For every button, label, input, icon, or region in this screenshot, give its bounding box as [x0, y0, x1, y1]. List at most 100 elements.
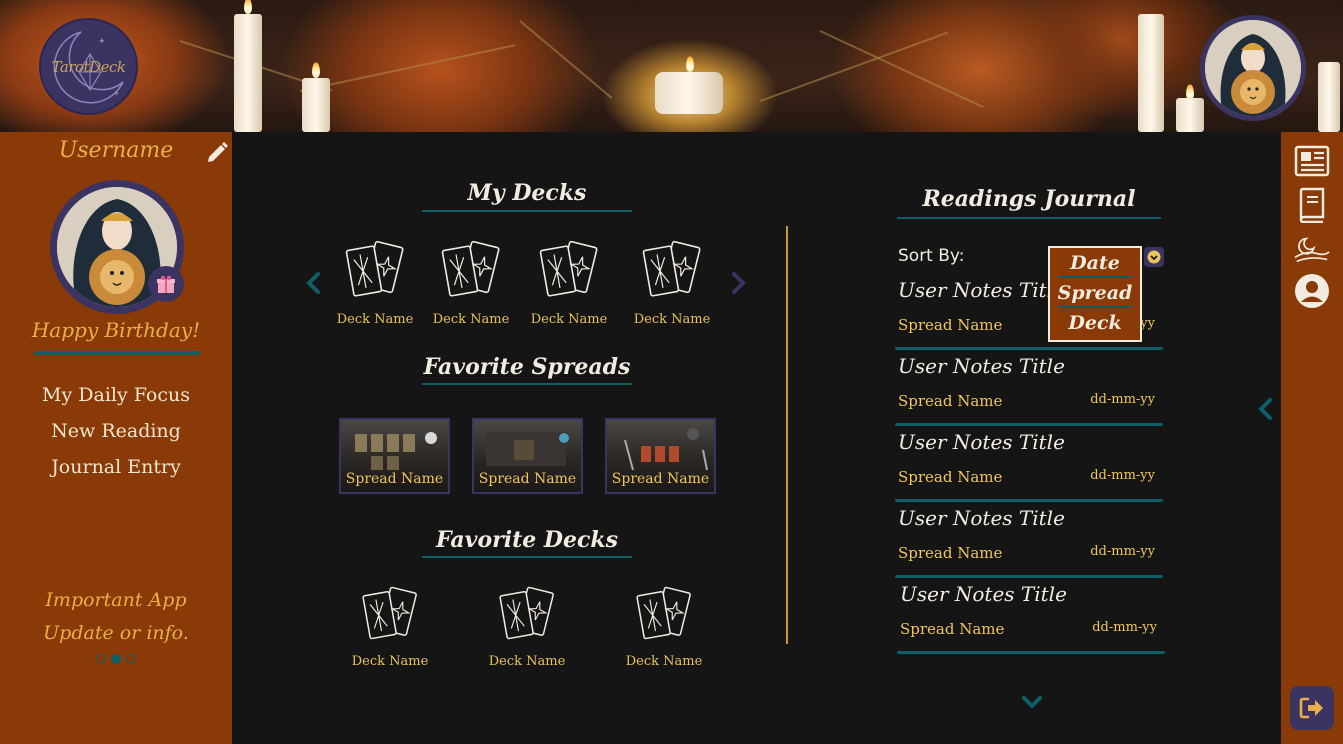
carousel-dot[interactable] [96, 654, 106, 664]
favorite-spreads-title: Favorite Spreads [423, 354, 631, 380]
tarot-cards-icon [362, 586, 417, 640]
logout-icon [1299, 697, 1323, 719]
app-logo[interactable]: ✦ ✦ TarotDeck [39, 18, 138, 115]
deck-card[interactable]: Deck Name [524, 238, 614, 327]
entry-spread-name: Spread Name [900, 620, 1005, 638]
book-icon[interactable] [1293, 186, 1331, 224]
divider [897, 651, 1165, 654]
hand-moon-icon[interactable] [1293, 230, 1331, 268]
deck-name: Deck Name [432, 312, 510, 327]
logout-button[interactable] [1290, 686, 1334, 730]
entry-spread-name: Spread Name [898, 316, 1003, 334]
my-decks-title: My Decks [467, 180, 587, 206]
favorite-deck-card[interactable]: Deck Name [345, 584, 435, 669]
user-circle-icon[interactable] [1293, 272, 1331, 310]
logo-text: TarotDeck [51, 57, 126, 76]
chevron-left-icon[interactable] [1258, 398, 1272, 424]
journal-entry[interactable]: User Notes Title Spread Name dd-mm-yy [895, 350, 1163, 426]
divider [897, 217, 1161, 219]
vertical-divider [786, 226, 788, 644]
chevron-down-icon [1147, 250, 1161, 264]
sort-option-date[interactable]: Date [1050, 248, 1140, 278]
chevron-left-icon[interactable] [306, 272, 320, 298]
spread-card[interactable]: Spread Name [339, 418, 450, 494]
tarot-cards-icon [642, 240, 701, 297]
entry-date: dd-mm-yy [1092, 620, 1157, 635]
journal-title: Readings Journal [922, 186, 1136, 212]
nav-journal-entry[interactable]: Journal Entry [0, 452, 232, 488]
birthday-greeting: Happy Birthday! [31, 318, 201, 342]
carousel-dots [96, 654, 136, 664]
deck-name: Deck Name [625, 654, 703, 669]
sort-dropdown-toggle[interactable] [1144, 247, 1164, 267]
sort-label: Sort By: [898, 246, 965, 266]
sort-dropdown-menu: Date Spread Deck [1048, 246, 1142, 342]
favorite-decks-title: Favorite Decks [436, 527, 618, 553]
candle-flame [1186, 84, 1194, 100]
candle [655, 72, 723, 114]
candle-flame [686, 56, 694, 72]
entry-spread-name: Spread Name [898, 468, 1003, 486]
profile-avatar[interactable] [1200, 15, 1306, 121]
divider [422, 210, 632, 212]
journal-entry[interactable]: User Notes Title Spread Name dd-mm-yy [895, 502, 1163, 578]
divider [422, 556, 632, 558]
entry-title: User Notes Title [898, 354, 1065, 378]
candle [1318, 62, 1340, 132]
right-rail [1281, 132, 1343, 744]
favorite-deck-card[interactable]: Deck Name [619, 584, 709, 669]
sidebar-nav: My Daily Focus New Reading Journal Entry [0, 380, 232, 488]
sort-option-spread[interactable]: Spread [1050, 278, 1140, 308]
left-sidebar: Username Happy Birthday! My Daily Focus [0, 132, 232, 744]
entry-title: User Notes Title [898, 430, 1065, 454]
pencil-icon[interactable] [204, 140, 230, 166]
birthday-gift-icon [148, 266, 184, 302]
newspaper-icon[interactable] [1293, 142, 1331, 180]
spread-name: Spread Name [345, 471, 444, 487]
straw-decoration [759, 31, 949, 102]
deck-card[interactable]: Deck Name [627, 238, 717, 327]
deck-card[interactable]: Deck Name [330, 238, 420, 327]
tarot-cards-icon [636, 586, 691, 640]
divider [34, 351, 200, 355]
carousel-dot[interactable] [126, 654, 136, 664]
lion-woman-illustration [1205, 20, 1301, 116]
deck-name: Deck Name [336, 312, 414, 327]
sort-option-deck[interactable]: Deck [1050, 308, 1140, 338]
deck-name: Deck Name [530, 312, 608, 327]
tarot-cards-icon [345, 240, 404, 297]
carousel-dot-active[interactable] [111, 654, 121, 664]
header-banner: ✦ ✦ TarotDeck [0, 0, 1343, 132]
tarot-cards-icon [539, 240, 598, 297]
chevron-down-icon[interactable] [1022, 694, 1042, 713]
entry-date: dd-mm-yy [1090, 468, 1155, 483]
nav-new-reading[interactable]: New Reading [0, 416, 232, 452]
favorite-deck-card[interactable]: Deck Name [482, 584, 572, 669]
deck-name: Deck Name [633, 312, 711, 327]
tarot-cards-icon [499, 586, 554, 640]
app-update-info: Important App Update or info. [0, 584, 232, 650]
journal-entry[interactable]: User Notes Title Spread Name dd-mm-yy [895, 426, 1163, 502]
entry-title: User Notes Title [900, 582, 1067, 606]
spread-card[interactable]: Spread Name [605, 418, 716, 494]
entry-date: dd-mm-yy [1090, 544, 1155, 559]
spread-card[interactable]: Spread Name [472, 418, 583, 494]
deck-card[interactable]: Deck Name [426, 238, 516, 327]
candle-flame [312, 62, 320, 78]
tarot-cards-icon [441, 240, 500, 297]
candle [234, 14, 262, 132]
info-line: Update or info. [43, 622, 189, 644]
chevron-right-icon[interactable] [732, 272, 746, 298]
deck-name: Deck Name [488, 654, 566, 669]
entry-spread-name: Spread Name [898, 392, 1003, 410]
svg-text:✦: ✦ [98, 37, 106, 47]
journal-entry[interactable]: User Notes Title Spread Name dd-mm-yy [897, 578, 1165, 654]
nav-my-daily-focus[interactable]: My Daily Focus [0, 380, 232, 416]
spread-name: Spread Name [478, 471, 577, 487]
entry-spread-name: Spread Name [898, 544, 1003, 562]
svg-text:✦: ✦ [113, 89, 120, 98]
entry-title: User Notes Title [898, 278, 1065, 302]
straw-decoration [519, 20, 613, 99]
username: Username [58, 138, 174, 163]
divider [422, 383, 632, 385]
